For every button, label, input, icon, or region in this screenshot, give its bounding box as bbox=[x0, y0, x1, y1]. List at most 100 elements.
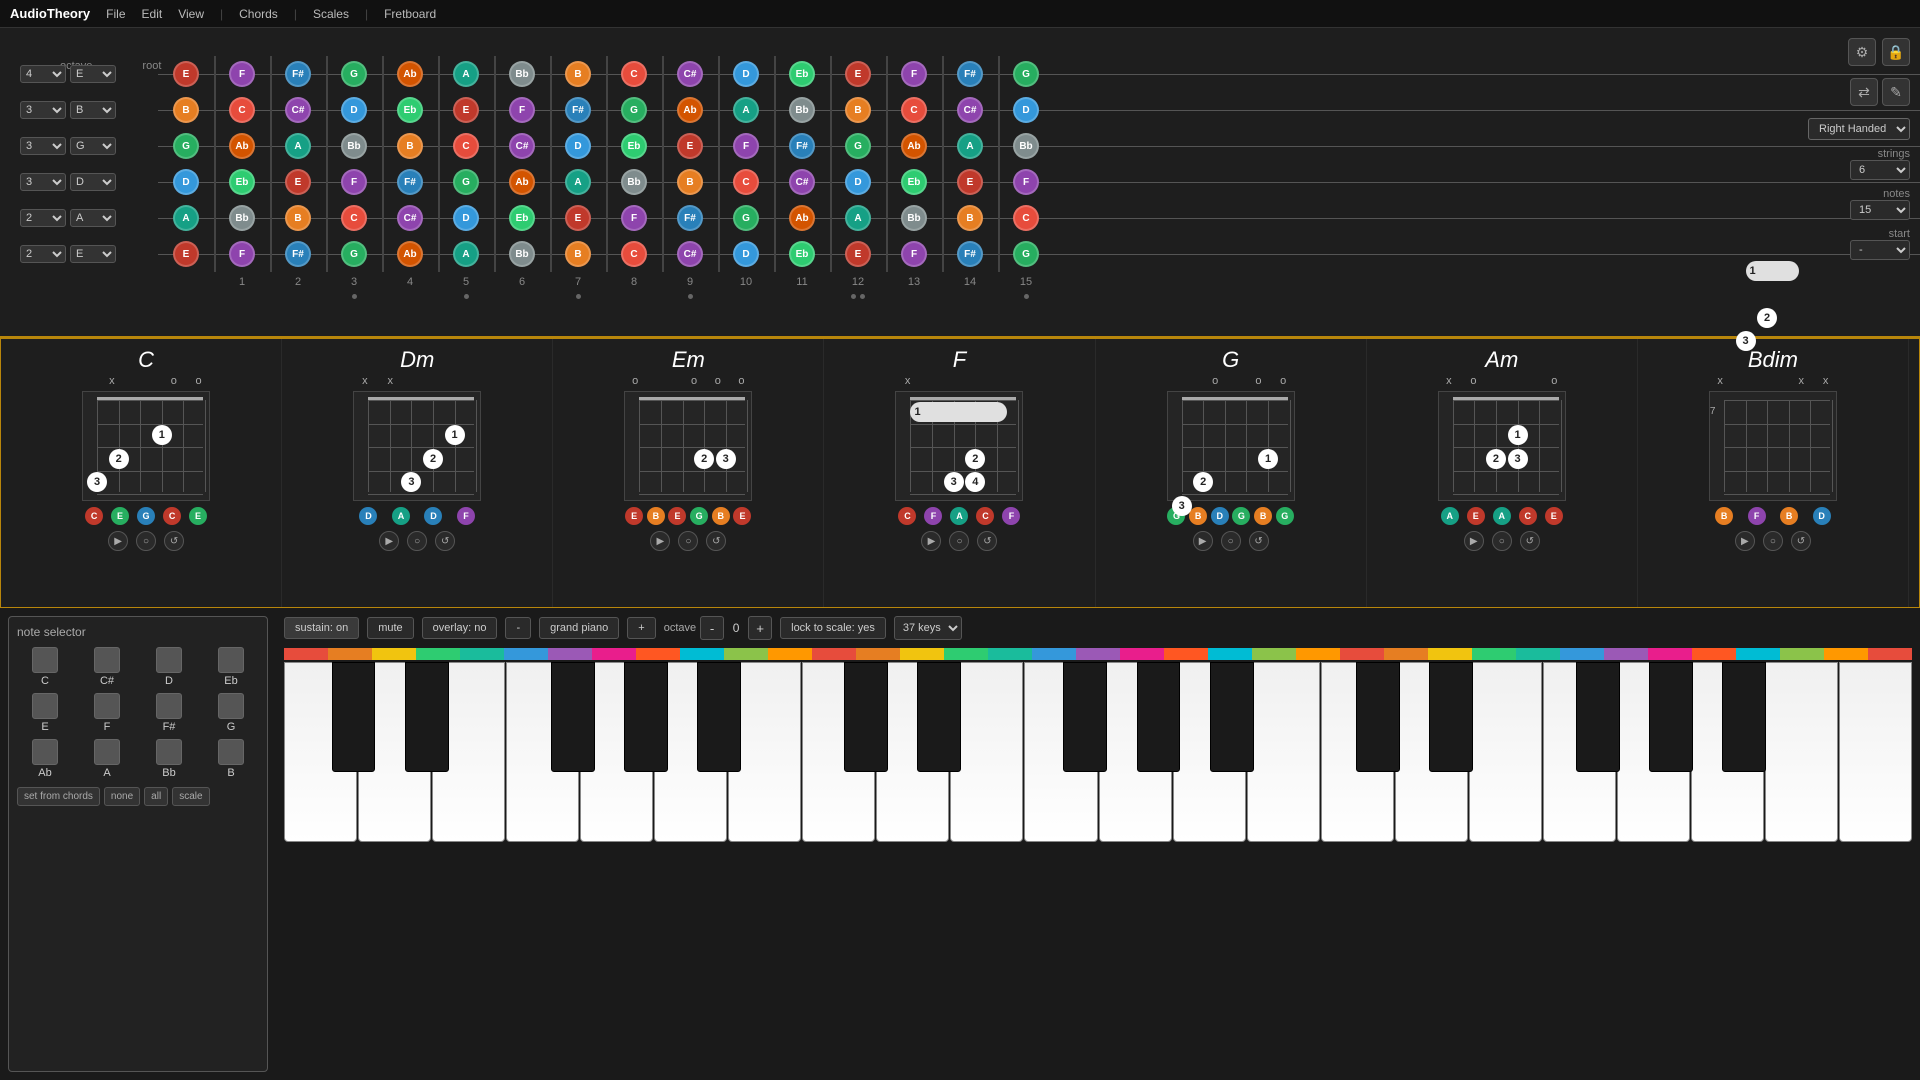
black-key-C#2[interactable] bbox=[1356, 662, 1400, 772]
string-root-5[interactable]: E bbox=[70, 245, 116, 263]
fret-note-s5-f11[interactable]: Eb bbox=[789, 241, 815, 267]
keys-select[interactable]: 37 keys bbox=[894, 616, 962, 640]
handed-select[interactable]: Right Handed bbox=[1808, 118, 1910, 140]
menu-scales[interactable]: Scales bbox=[313, 7, 349, 21]
fret-note-s2-f3[interactable]: Bb bbox=[341, 133, 367, 159]
ns-btn-3[interactable]: scale bbox=[172, 787, 209, 806]
white-key-B2[interactable] bbox=[1765, 662, 1838, 842]
fret-note-s2-f10[interactable]: F bbox=[733, 133, 759, 159]
black-key-Ab0[interactable] bbox=[624, 662, 668, 772]
fret-note-s3-f11[interactable]: C# bbox=[789, 169, 815, 195]
fret-note-s2-f9[interactable]: E bbox=[677, 133, 703, 159]
fret-note-s4-f13[interactable]: Bb bbox=[901, 205, 927, 231]
fret-note-s1-f1[interactable]: C bbox=[229, 97, 255, 123]
fret-note-s3-f2[interactable]: E bbox=[285, 169, 311, 195]
chord-ctrl-btn-Em-2[interactable]: ↺ bbox=[706, 531, 726, 551]
fret-note-s3-f8[interactable]: Bb bbox=[621, 169, 647, 195]
fret-note-s0-f14[interactable]: F# bbox=[957, 61, 983, 87]
ns-btn-2[interactable]: all bbox=[144, 787, 168, 806]
fret-note-s5-f2[interactable]: F# bbox=[285, 241, 311, 267]
note-btn-E[interactable]: E bbox=[17, 693, 73, 733]
fret-note-s0-f5[interactable]: A bbox=[453, 61, 479, 87]
black-key-Bb2[interactable] bbox=[1722, 662, 1766, 772]
chord-grid-Bdim[interactable]: 7123 bbox=[1709, 391, 1837, 501]
fret-note-s0-f0[interactable]: E bbox=[173, 61, 199, 87]
note-btn-Ab[interactable]: Ab bbox=[17, 739, 73, 779]
chord-ctrl-btn-Dm-0[interactable]: ▶ bbox=[379, 531, 399, 551]
fret-note-s4-f9[interactable]: F# bbox=[677, 205, 703, 231]
black-key-C#1[interactable] bbox=[844, 662, 888, 772]
chord-ctrl-btn-Dm-1[interactable]: ○ bbox=[407, 531, 427, 551]
chord-grid-F[interactable]: 1234 bbox=[895, 391, 1023, 501]
string-root-3[interactable]: D bbox=[70, 173, 116, 191]
fret-note-s5-f6[interactable]: Bb bbox=[509, 241, 535, 267]
string-octave-2[interactable]: 3 bbox=[20, 137, 66, 155]
fret-note-s3-f14[interactable]: E bbox=[957, 169, 983, 195]
fret-note-s0-f7[interactable]: B bbox=[565, 61, 591, 87]
fret-note-s1-f3[interactable]: D bbox=[341, 97, 367, 123]
fret-note-s3-f5[interactable]: G bbox=[453, 169, 479, 195]
fret-note-s4-f12[interactable]: A bbox=[845, 205, 871, 231]
fret-note-s1-f13[interactable]: C bbox=[901, 97, 927, 123]
fret-note-s2-f4[interactable]: B bbox=[397, 133, 423, 159]
edit-icon[interactable]: ✎ bbox=[1882, 78, 1910, 106]
fret-note-s0-f4[interactable]: Ab bbox=[397, 61, 423, 87]
fret-note-s2-f6[interactable]: C# bbox=[509, 133, 535, 159]
black-key-Eb0[interactable] bbox=[405, 662, 449, 772]
fret-note-s3-f15[interactable]: F bbox=[1013, 169, 1039, 195]
fret-note-s4-f5[interactable]: D bbox=[453, 205, 479, 231]
fret-note-s5-f13[interactable]: F bbox=[901, 241, 927, 267]
white-key-E1[interactable] bbox=[950, 662, 1023, 842]
fret-note-s5-f1[interactable]: F bbox=[229, 241, 255, 267]
fret-note-s2-f7[interactable]: D bbox=[565, 133, 591, 159]
fret-note-s3-f1[interactable]: Eb bbox=[229, 169, 255, 195]
fret-note-s5-f8[interactable]: C bbox=[621, 241, 647, 267]
chord-grid-G[interactable]: 123 bbox=[1167, 391, 1295, 501]
fret-note-s1-f0[interactable]: B bbox=[173, 97, 199, 123]
fret-note-s3-f12[interactable]: D bbox=[845, 169, 871, 195]
black-key-Ab1[interactable] bbox=[1137, 662, 1181, 772]
fret-note-s1-f11[interactable]: Bb bbox=[789, 97, 815, 123]
chord-ctrl-btn-C-2[interactable]: ↺ bbox=[164, 531, 184, 551]
chord-ctrl-btn-G-2[interactable]: ↺ bbox=[1249, 531, 1269, 551]
fret-note-s5-f12[interactable]: E bbox=[845, 241, 871, 267]
fret-note-s1-f9[interactable]: Ab bbox=[677, 97, 703, 123]
menu-view[interactable]: View bbox=[178, 7, 204, 21]
fret-note-s4-f14[interactable]: B bbox=[957, 205, 983, 231]
fret-note-s1-f6[interactable]: F bbox=[509, 97, 535, 123]
fret-note-s0-f6[interactable]: Bb bbox=[509, 61, 535, 87]
string-octave-0[interactable]: 4 bbox=[20, 65, 66, 83]
instrument-btn[interactable]: grand piano bbox=[539, 617, 619, 639]
swap-icon[interactable]: ⇄ bbox=[1850, 78, 1878, 106]
notes-select[interactable]: 15 bbox=[1850, 200, 1910, 220]
fret-note-s2-f2[interactable]: A bbox=[285, 133, 311, 159]
fret-note-s2-f12[interactable]: G bbox=[845, 133, 871, 159]
fret-note-s0-f8[interactable]: C bbox=[621, 61, 647, 87]
fret-note-s4-f6[interactable]: Eb bbox=[509, 205, 535, 231]
string-octave-1[interactable]: 3 bbox=[20, 101, 66, 119]
fret-note-s4-f1[interactable]: Bb bbox=[229, 205, 255, 231]
chord-ctrl-btn-Em-1[interactable]: ○ bbox=[678, 531, 698, 551]
chord-ctrl-btn-F-1[interactable]: ○ bbox=[949, 531, 969, 551]
note-btn-F#[interactable]: F# bbox=[141, 693, 197, 733]
note-btn-G[interactable]: G bbox=[203, 693, 259, 733]
fret-note-s4-f8[interactable]: F bbox=[621, 205, 647, 231]
string-root-0[interactable]: E bbox=[70, 65, 116, 83]
chord-ctrl-btn-F-2[interactable]: ↺ bbox=[977, 531, 997, 551]
fret-note-s3-f0[interactable]: D bbox=[173, 169, 199, 195]
lock-icon[interactable]: 🔒 bbox=[1882, 38, 1910, 66]
fret-note-s0-f12[interactable]: E bbox=[845, 61, 871, 87]
chord-ctrl-btn-C-0[interactable]: ▶ bbox=[108, 531, 128, 551]
fret-note-s1-f8[interactable]: G bbox=[621, 97, 647, 123]
ns-btn-0[interactable]: set from chords bbox=[17, 787, 100, 806]
fret-note-s0-f3[interactable]: G bbox=[341, 61, 367, 87]
fret-note-s3-f3[interactable]: F bbox=[341, 169, 367, 195]
fret-note-s4-f15[interactable]: C bbox=[1013, 205, 1039, 231]
piano-plus-btn[interactable]: + bbox=[627, 617, 655, 639]
chord-ctrl-btn-G-1[interactable]: ○ bbox=[1221, 531, 1241, 551]
fret-note-s3-f6[interactable]: Ab bbox=[509, 169, 535, 195]
menu-edit[interactable]: Edit bbox=[142, 7, 163, 21]
fret-note-s5-f0[interactable]: E bbox=[173, 241, 199, 267]
fret-note-s2-f5[interactable]: C bbox=[453, 133, 479, 159]
chord-grid-Am[interactable]: 123 bbox=[1438, 391, 1566, 501]
